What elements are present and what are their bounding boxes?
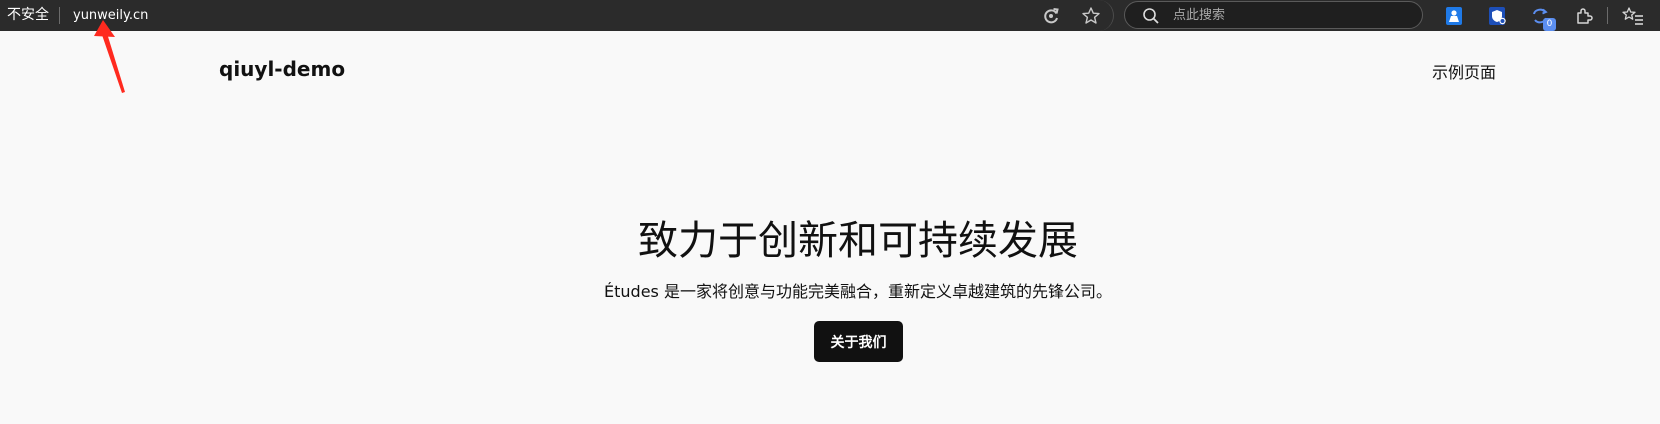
about-us-button[interactable]: 关于我们 — [814, 321, 903, 362]
hero-subtitle: Études 是一家将创意与功能完美融合，重新定义卓越建筑的先锋公司。 — [604, 282, 1112, 301]
annotation-arrow-icon — [94, 20, 125, 93]
search-box[interactable] — [1124, 1, 1423, 29]
favorites-list-icon[interactable] — [1622, 5, 1644, 27]
browser-toolbar: 不安全 yunweily.cn 点此搜索 0 — [0, 0, 1660, 31]
refresh-icon[interactable] — [1040, 5, 1062, 27]
favorite-star-icon[interactable] — [1080, 5, 1102, 27]
extension-badge: 0 — [1543, 18, 1556, 31]
divider — [1607, 7, 1608, 24]
site-title[interactable]: qiuyl-demo — [219, 57, 345, 81]
search-icon — [1143, 8, 1159, 24]
search-input[interactable] — [1173, 4, 1403, 26]
security-indicator[interactable]: 不安全 — [7, 0, 49, 31]
divider — [59, 7, 60, 24]
extension-sync-icon[interactable]: 0 — [1529, 5, 1556, 31]
extensions-puzzle-icon[interactable] — [1573, 5, 1595, 27]
extension-shield-icon[interactable] — [1486, 5, 1508, 27]
extension-person-icon[interactable] — [1443, 5, 1465, 27]
nav-link-example-page[interactable]: 示例页面 — [1432, 59, 1496, 83]
hero-title: 致力于创新和可持续发展 — [638, 218, 1078, 264]
